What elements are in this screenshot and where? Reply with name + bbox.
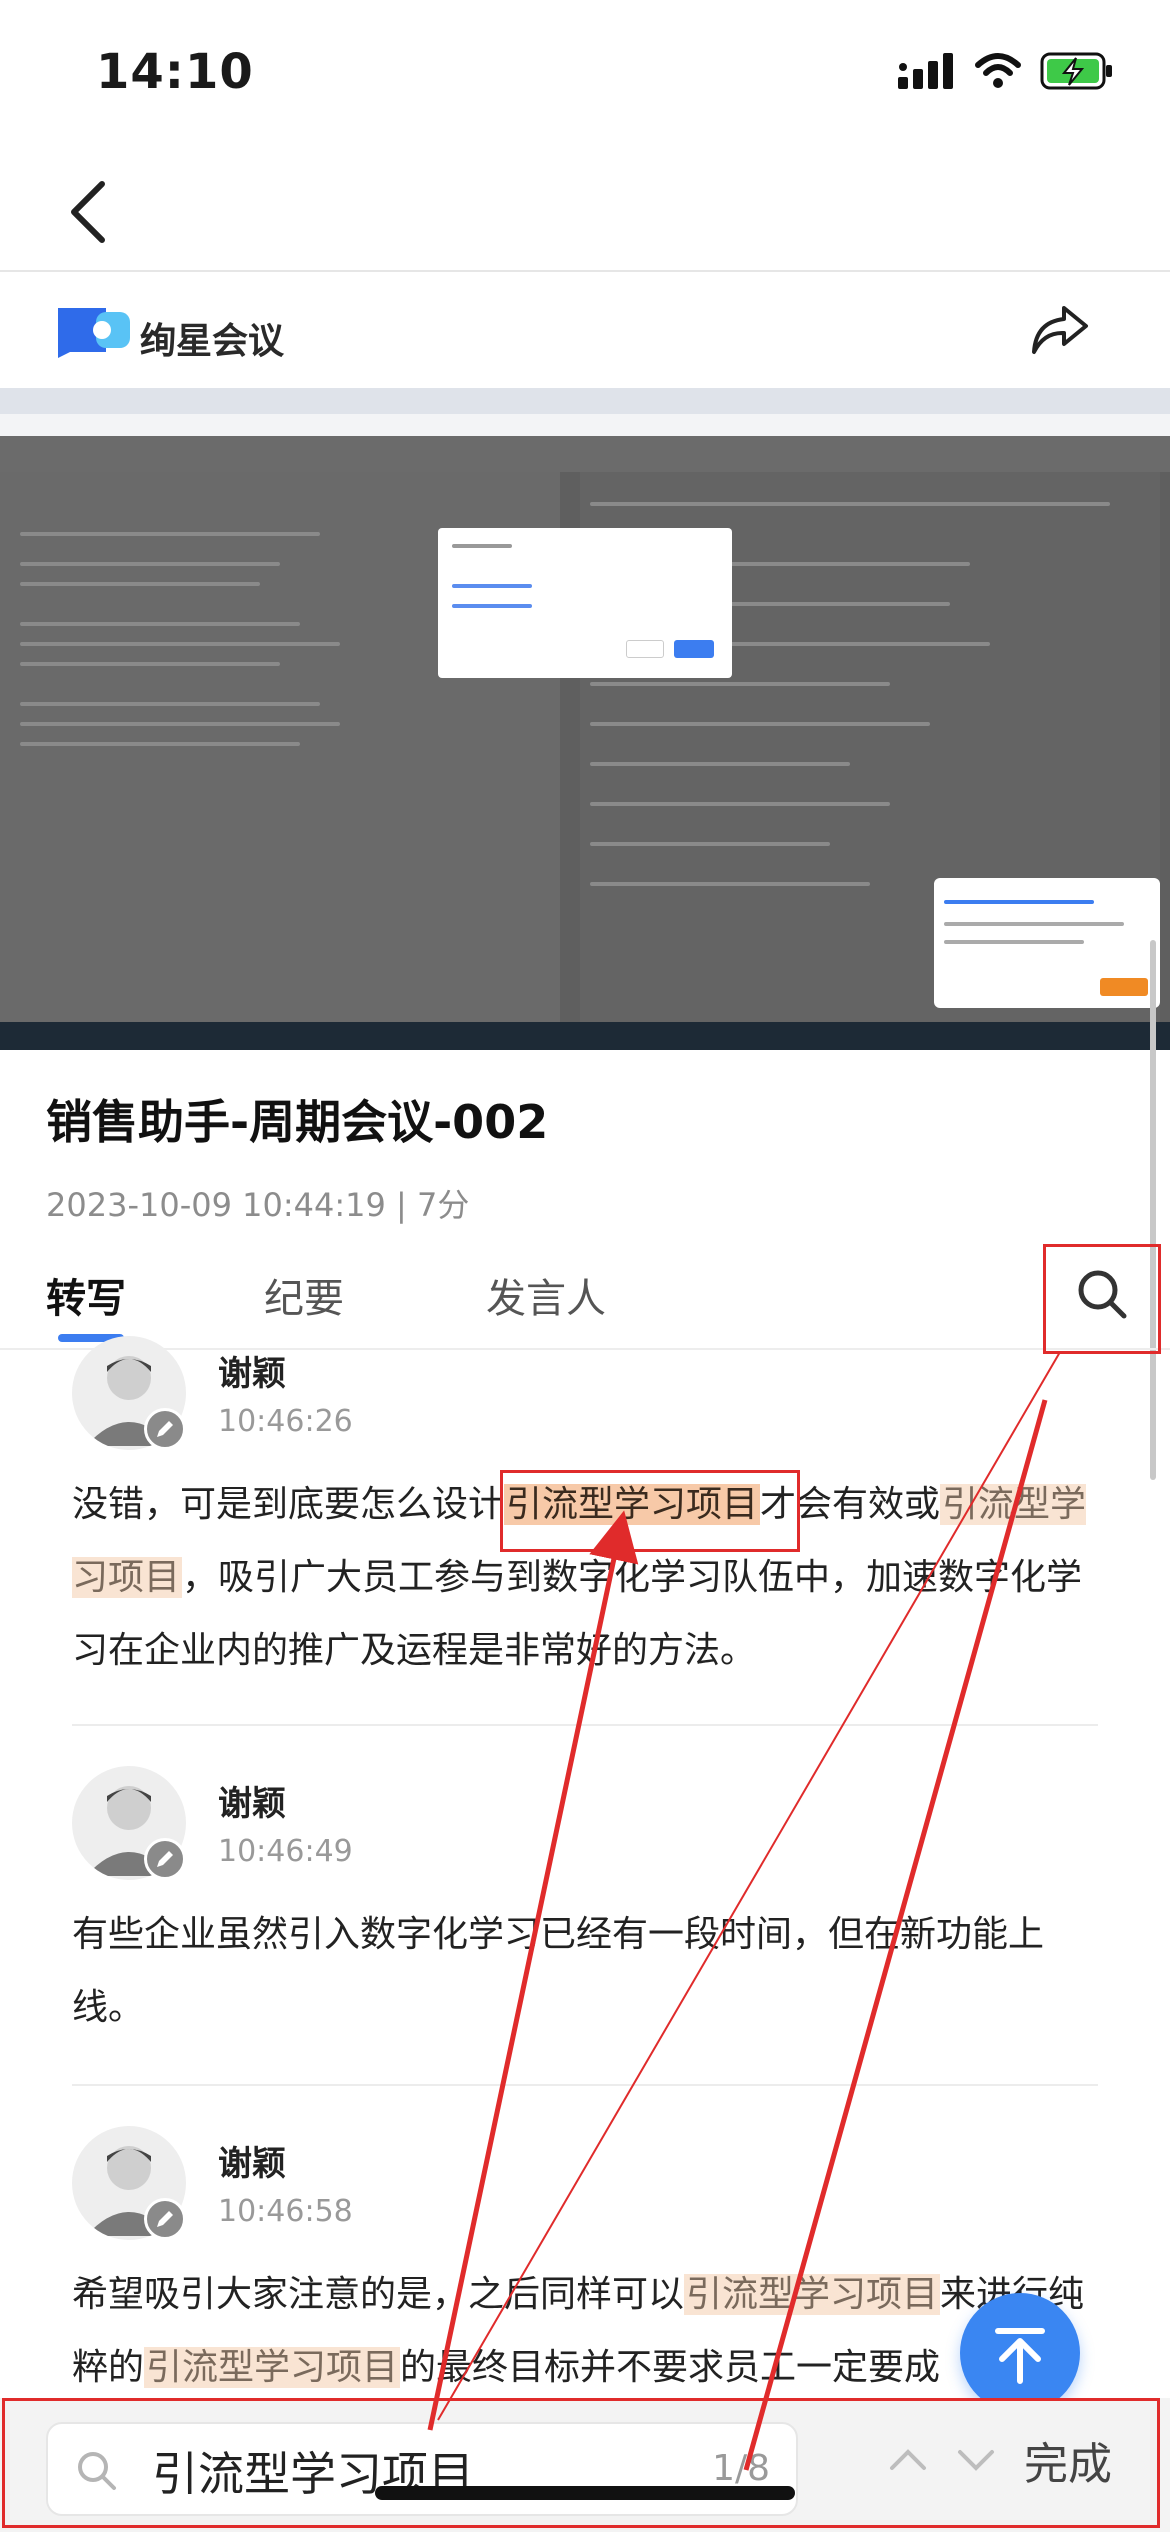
transcript-text: 希望吸引大家注意的是，之后同样可以引流型学习项目来进行纯粹的引流型学习项目的最终… <box>72 2274 1085 2388</box>
chevron-left-icon <box>71 181 105 243</box>
annotation-box-search-bar <box>2 2398 1160 2528</box>
timestamp: 10:46:49 <box>218 1834 353 1869</box>
share-icon <box>1032 306 1088 354</box>
divider <box>72 2084 1098 2086</box>
brand-row: 绚星会议 <box>0 272 1170 388</box>
pencil-icon <box>157 2211 173 2227</box>
share-button[interactable] <box>1030 302 1090 358</box>
video-browser-tabs <box>0 388 1170 414</box>
edit-speaker-button[interactable] <box>144 1408 186 1450</box>
edit-speaker-button[interactable] <box>144 1838 186 1880</box>
divider <box>72 1724 1098 1726</box>
transcript-text: 有些企业虽然引入数字化学习已经有一段时间，但在新功能上线。 <box>72 1914 1045 2028</box>
wifi-icon <box>975 53 1021 88</box>
battery-charging-icon <box>1040 52 1112 90</box>
video-app-header <box>0 436 1170 472</box>
pencil-icon <box>157 1421 173 1437</box>
edit-speaker-button[interactable] <box>144 2198 186 2240</box>
scroll-indicator[interactable] <box>1150 940 1156 1480</box>
timestamp: 10:46:58 <box>218 2194 353 2229</box>
brand-logo <box>56 302 132 358</box>
search-match: 引流型学习项目 <box>144 2347 401 2388</box>
tab-summary[interactable]: 纪要 <box>264 1266 344 1324</box>
video-player[interactable] <box>0 388 1170 1050</box>
tab-speakers[interactable]: 发言人 <box>486 1266 606 1324</box>
meeting-meta: 2023-10-09 10:44:19 | 7分 <box>46 1186 470 1224</box>
home-indicator <box>375 2486 795 2500</box>
speaker-name: 谢颖 <box>218 1784 286 1824</box>
status-icons <box>898 52 1114 90</box>
status-bar: 14:10 <box>0 0 1170 150</box>
back-button[interactable] <box>56 174 126 250</box>
arrow-up-icon <box>995 2328 1045 2384</box>
pencil-icon <box>157 1851 173 1867</box>
video-taskbar <box>0 1022 1170 1050</box>
cellular-signal-icon <box>898 53 953 89</box>
status-time: 14:10 <box>96 44 254 100</box>
video-dialog <box>438 528 732 678</box>
nav-bar <box>0 150 1170 272</box>
speaker-name: 谢颖 <box>218 1354 286 1394</box>
tab-bar: 转写 纪要 发言人 <box>0 1240 1170 1350</box>
tab-transcript[interactable]: 转写 <box>46 1266 126 1324</box>
speaker-name: 谢颖 <box>218 2144 286 2184</box>
video-calendar-card <box>934 878 1160 1008</box>
video-browser-url <box>0 414 1170 436</box>
annotation-box-match <box>500 1470 800 1552</box>
scroll-to-top-button[interactable] <box>960 2293 1080 2413</box>
timestamp: 10:46:26 <box>218 1404 353 1439</box>
annotation-box-search <box>1043 1244 1161 1354</box>
brand-name: 绚星会议 <box>140 321 285 362</box>
search-match: 引流型学习项目 <box>684 2274 941 2315</box>
meeting-title: 销售助手-周期会议-002 <box>46 1095 549 1149</box>
